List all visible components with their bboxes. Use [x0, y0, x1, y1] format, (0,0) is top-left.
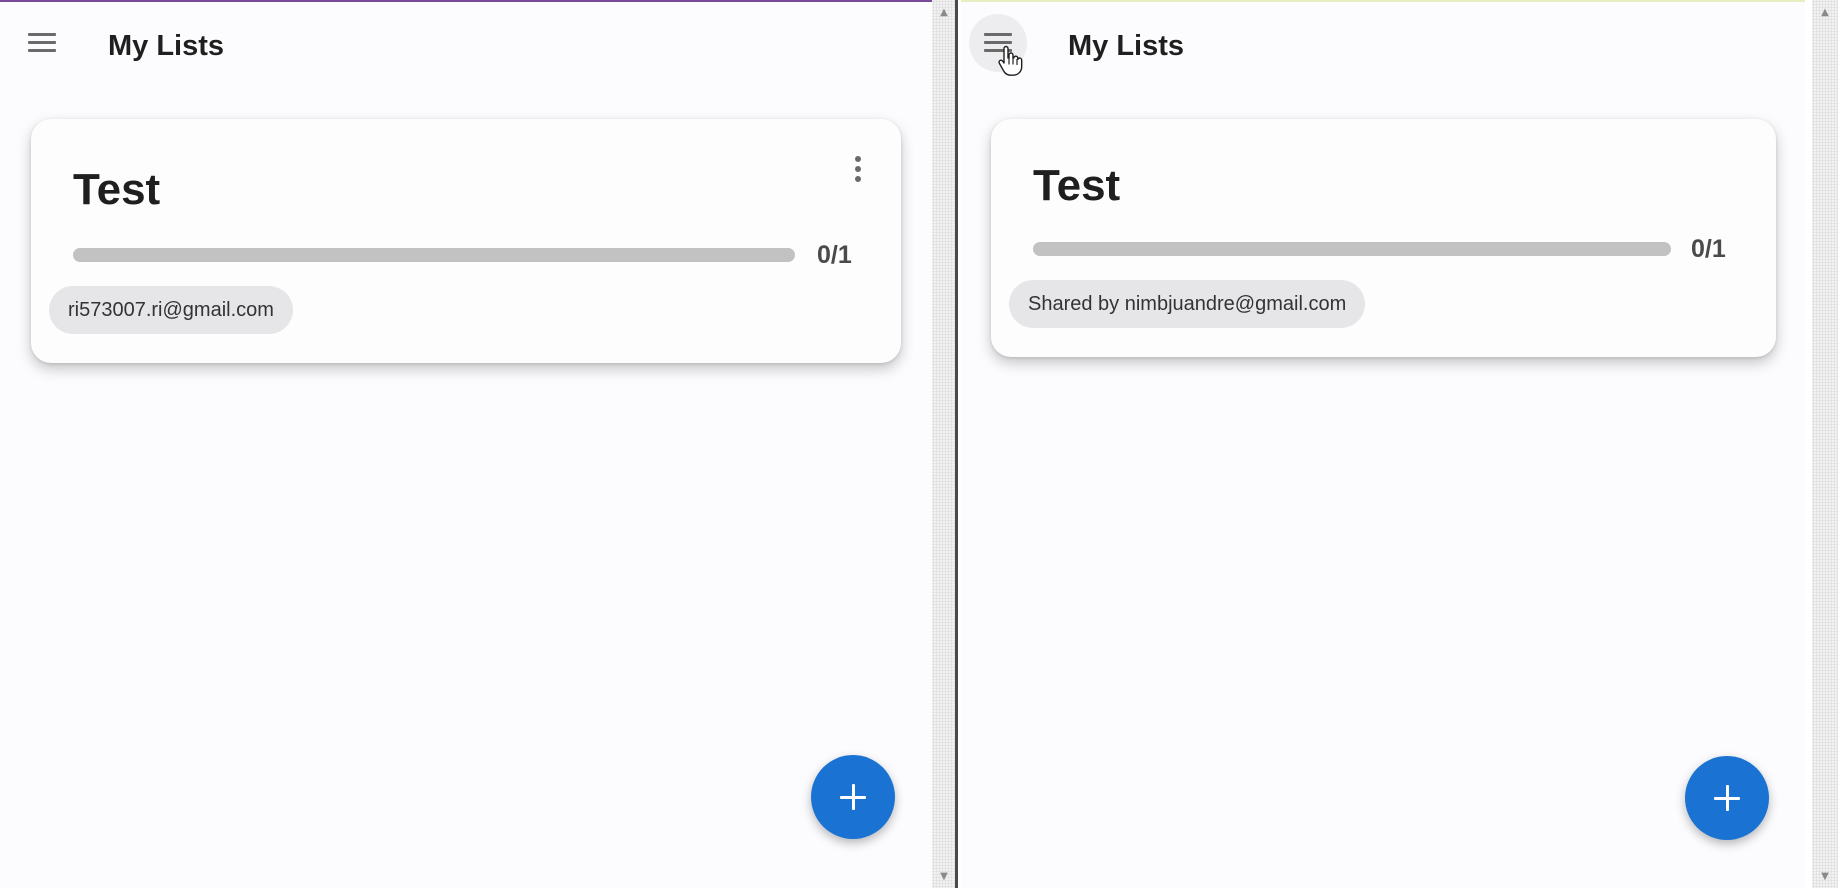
- left-scrollbar[interactable]: ▲ ▼: [932, 0, 956, 888]
- progress-count: 0/1: [1691, 235, 1726, 263]
- plus-icon: [1714, 785, 1740, 811]
- app-bar: My Lists: [0, 2, 932, 92]
- scroll-up-arrow-icon[interactable]: ▲: [932, 4, 956, 22]
- hamburger-menu-icon: [28, 33, 56, 53]
- left-window: My Lists Test 0/1 ri573007.ri@gmail.com: [0, 0, 932, 888]
- more-vertical-icon[interactable]: [853, 156, 863, 184]
- right-window: My Lists Test 0/1 Shared by nimbjuandre@…: [961, 0, 1805, 888]
- add-list-button[interactable]: [1685, 756, 1769, 840]
- scroll-down-arrow-icon[interactable]: ▼: [932, 868, 956, 886]
- app-title: My Lists: [1068, 30, 1185, 62]
- list-title: Test: [1033, 161, 1121, 210]
- scroll-up-arrow-icon[interactable]: ▲: [1812, 4, 1838, 22]
- progress-bar: [1033, 242, 1671, 256]
- shared-with-chip[interactable]: ri573007.ri@gmail.com: [49, 286, 293, 334]
- plus-icon: [840, 784, 866, 810]
- list-card[interactable]: Test 0/1 Shared by nimbjuandre@gmail.com: [991, 119, 1776, 357]
- hand-pointer-cursor-icon: [998, 45, 1023, 76]
- add-list-button[interactable]: [811, 755, 895, 839]
- scroll-down-arrow-icon[interactable]: ▼: [1812, 868, 1838, 886]
- menu-button[interactable]: [13, 14, 71, 72]
- right-scrollbar[interactable]: ▲ ▼: [1812, 0, 1838, 888]
- screenshot-frame: My Lists Test 0/1 ri573007.ri@gmail.com …: [0, 0, 1838, 888]
- app-title: My Lists: [108, 30, 225, 62]
- progress-count: 0/1: [817, 241, 852, 269]
- list-title: Test: [73, 165, 161, 214]
- app-bar: My Lists: [961, 2, 1805, 92]
- window-divider: [955, 0, 958, 888]
- shared-by-chip[interactable]: Shared by nimbjuandre@gmail.com: [1009, 280, 1366, 328]
- progress-bar: [73, 248, 795, 262]
- list-card[interactable]: Test 0/1 ri573007.ri@gmail.com: [31, 119, 901, 363]
